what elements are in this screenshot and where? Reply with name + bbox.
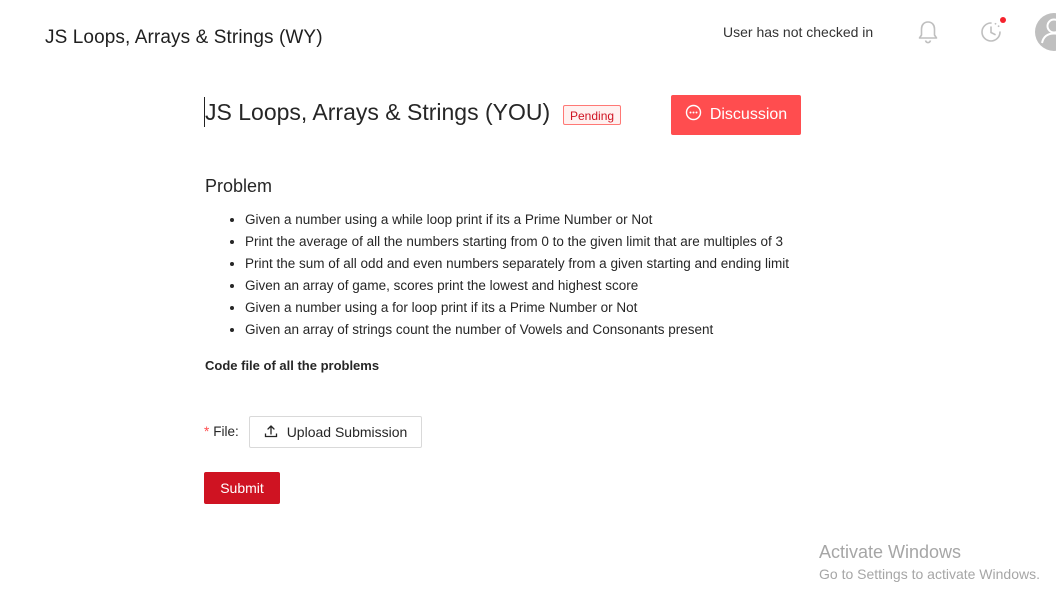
file-field-label: * File: xyxy=(204,424,239,439)
history-button[interactable] xyxy=(976,17,1006,50)
list-item: Given an array of strings count the numb… xyxy=(245,319,789,341)
user-avatar[interactable] xyxy=(1035,13,1056,51)
notifications-button[interactable] xyxy=(913,19,943,49)
notification-dot xyxy=(1000,17,1006,23)
page-title: JS Loops, Arrays & Strings (YOU) xyxy=(205,99,551,125)
discussion-button[interactable]: Discussion xyxy=(671,95,801,135)
code-file-label: Code file of all the problems xyxy=(205,358,380,373)
user-avatar-icon xyxy=(1035,13,1056,51)
problem-list: Given a number using a while loop print … xyxy=(205,209,789,341)
list-item: Given a number using a while loop print … xyxy=(245,209,789,231)
upload-label: Upload Submission xyxy=(286,424,408,440)
list-item: Print the average of all the numbers sta… xyxy=(245,231,789,253)
chat-bubble-icon xyxy=(685,104,702,126)
bell-icon xyxy=(916,19,940,50)
required-mark: * xyxy=(204,424,210,439)
top-bar: JS Loops, Arrays & Strings (WY) User has… xyxy=(0,0,1056,76)
list-item: Print the sum of all odd and even number… xyxy=(245,253,789,275)
app-title: JS Loops, Arrays & Strings (WY) xyxy=(45,27,323,48)
watermark-title: Activate Windows xyxy=(819,542,962,562)
checkin-status: User has not checked in xyxy=(723,24,874,40)
watermark-subtitle: Go to Settings to activate Windows. xyxy=(819,566,1040,582)
clock-icon xyxy=(978,19,1004,50)
upload-submission-button[interactable]: Upload Submission xyxy=(249,416,422,448)
upload-icon xyxy=(264,424,278,441)
list-item: Given a number using a for loop print if… xyxy=(245,297,789,319)
discussion-label: Discussion xyxy=(709,106,788,123)
file-label-text: File: xyxy=(213,424,239,439)
submit-button[interactable]: Submit xyxy=(204,472,280,504)
windows-activation-watermark: Activate Windows Go to Settings to activ… xyxy=(819,542,1040,582)
status-badge: Pending xyxy=(563,105,622,125)
list-item: Given an array of game, scores print the… xyxy=(245,275,789,297)
problem-heading: Problem xyxy=(205,176,273,196)
